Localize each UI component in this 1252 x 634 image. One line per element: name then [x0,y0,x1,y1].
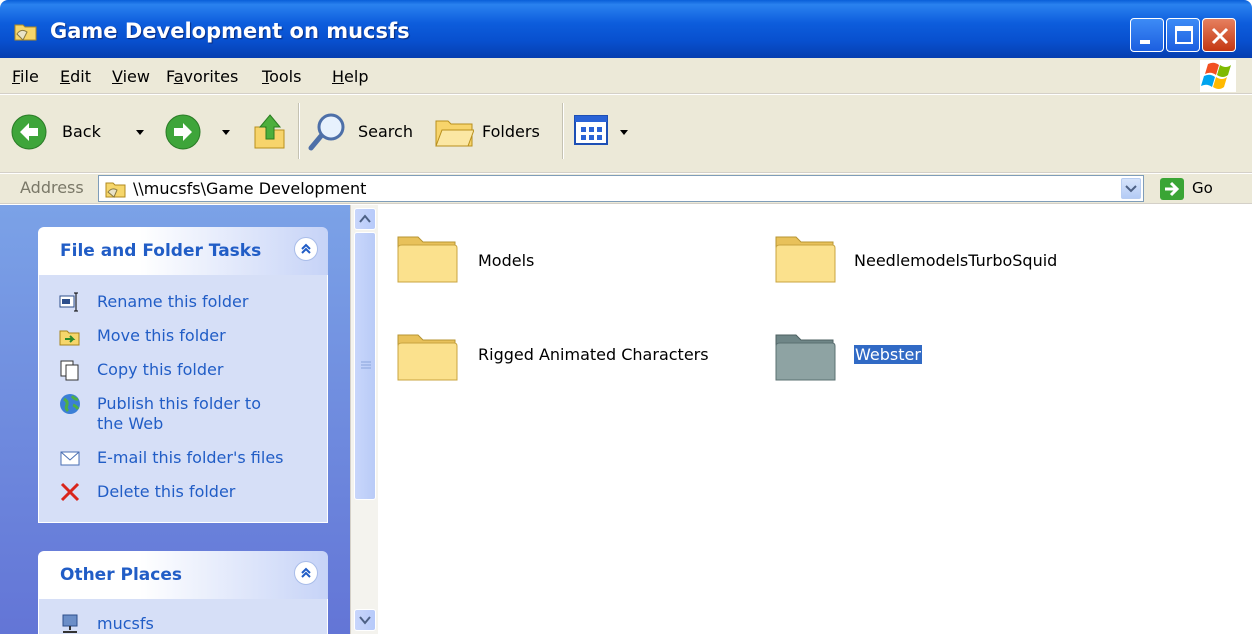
window-title: Game Development on mucsfs [50,19,410,43]
views-icon [574,115,608,145]
scroll-thumb[interactable] [354,232,376,500]
rename-icon [59,292,78,312]
views-dropdown-icon[interactable] [618,127,630,139]
address-dropdown-button[interactable] [1121,178,1141,199]
folders-icon [435,120,474,147]
go-arrow-icon[interactable] [1160,178,1184,200]
toolbar-separator [562,103,564,159]
address-bar: Address \\mucsfs\Game Development Go [0,174,1252,204]
scroll-up-button[interactable] [354,208,376,230]
maximize-button[interactable] [1166,18,1200,52]
windows-logo-icon [1200,60,1236,92]
address-label: Address [20,178,84,197]
menu-view[interactable]: View [112,67,150,86]
back-button[interactable]: Back [10,109,160,155]
folder-icon [397,236,458,283]
collapse-button[interactable] [294,237,318,261]
menu-favorites[interactable]: Favorites [166,67,238,86]
views-button[interactable] [574,113,634,153]
shared-folder-icon [14,24,37,41]
menu-bar: File Edit View Favorites Tools Help [0,58,1252,94]
panel-title: Other Places [60,565,182,585]
folders-button[interactable]: Folders [434,109,554,155]
maximize-icon [1175,26,1193,44]
search-button[interactable]: Search [306,109,422,155]
address-input[interactable]: \\mucsfs\Game Development [98,175,1144,202]
shared-folder-icon [105,182,126,198]
collapse-button[interactable] [294,561,318,585]
folder-icon [397,334,458,381]
folder-icon [775,334,836,381]
chevron-down-icon [359,616,371,625]
menu-file[interactable]: File [12,67,39,86]
folder-icon [775,236,836,283]
menu-edit[interactable]: Edit [60,67,91,86]
double-chevron-up-icon [301,243,311,254]
email-icon [60,451,80,466]
copy-icon [60,360,79,381]
back-dropdown-icon[interactable] [134,127,146,139]
close-icon [1211,27,1229,45]
scroll-down-button[interactable] [354,609,376,631]
globe-icon [60,394,80,414]
minimize-button[interactable] [1130,18,1164,52]
toolbar: Back Search Folders [0,95,1252,173]
other-places-header[interactable]: Other Places [38,551,328,599]
up-folder-icon [254,114,285,149]
double-chevron-up-icon [301,567,311,578]
other-places-body: mucsfs [38,599,328,634]
vertical-scrollbar[interactable] [350,205,378,634]
file-folder-tasks-body: Rename this folder Move this folder Copy… [38,275,328,523]
folder-view: Models NeedlemodelsTurboSquid Rigged Ani… [378,205,1252,634]
back-arrow-icon [11,114,47,150]
chevron-down-icon [1125,185,1137,193]
go-button[interactable]: Go [1192,179,1213,197]
title-bar[interactable]: Game Development on mucsfs [0,0,1252,58]
forward-button[interactable] [164,109,244,155]
search-icon [308,113,345,151]
panel-title: File and Folder Tasks [60,241,262,261]
toolbar-separator [298,103,300,159]
up-folder-button[interactable] [250,109,290,155]
task-pane: File and Folder Tasks Rename this folder… [0,205,350,634]
grip-icon [361,361,371,369]
delete-icon [60,482,80,502]
network-computer-icon [62,614,78,633]
file-folder-tasks-header[interactable]: File and Folder Tasks [38,227,328,275]
minimize-icon [1140,40,1150,44]
move-icon [59,330,80,346]
chevron-up-icon [359,214,371,223]
close-button[interactable] [1202,18,1236,52]
menu-tools[interactable]: Tools [262,67,301,86]
forward-arrow-icon [165,114,201,150]
forward-dropdown-icon[interactable] [220,127,232,139]
menu-help[interactable]: Help [332,67,368,86]
